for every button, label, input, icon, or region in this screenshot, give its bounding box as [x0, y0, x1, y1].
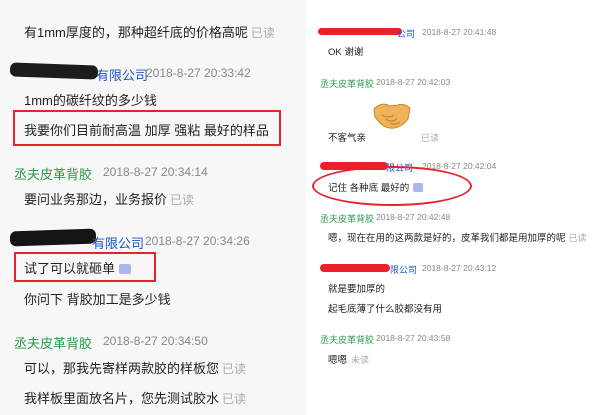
- read-status: 已读: [170, 193, 195, 207]
- right-chat-pane[interactable]: 公司 2018-8-27 20:41:48 OK 谢谢 丞夫皮革背胶 2018-…: [306, 0, 604, 415]
- message-text-content: 嗯，现在在用的这两款是好的，皮革我们都是用加厚的呢: [328, 233, 566, 244]
- message-text-content: 我样板里面放名片，您先测试胶水: [24, 391, 220, 406]
- message-text: 不客气亲: [328, 133, 367, 144]
- message-timestamp: 2018-8-27 20:43:12: [422, 263, 497, 273]
- left-chat-pane[interactable]: 有1mm厚度的，那种超纤底的价格高呢 已读 有限公司 2018-8-27 20:3…: [0, 0, 306, 415]
- message-timestamp: 2018-8-27 20:42:48: [376, 212, 451, 222]
- message-text: 起毛底薄了什么胶都没有用: [328, 304, 443, 315]
- redaction-scribble: [9, 62, 99, 80]
- sender-name[interactable]: 丞夫皮革背胶: [320, 333, 374, 346]
- message-text-content: 要问业务那边，业务报价: [24, 192, 168, 207]
- message-timestamp: 2018-8-27 20:34:14: [103, 165, 208, 179]
- sender-name[interactable]: 丞夫皮革背胶: [14, 164, 92, 183]
- message-text: 我样板里面放名片，您先测试胶水 已读: [24, 388, 246, 407]
- sender-name[interactable]: 有限公司: [92, 233, 144, 252]
- message-text: 嗯嗯 未读: [328, 352, 369, 366]
- sender-name[interactable]: 丞夫皮革背胶: [320, 212, 374, 225]
- message-text: OK 谢谢: [328, 47, 364, 58]
- message-text-content: 试了可以就砸单: [24, 261, 116, 276]
- read-status: 已读: [222, 392, 247, 406]
- redaction-scribble: [320, 264, 390, 272]
- message-text: 记住 各种底 最好的: [328, 177, 425, 194]
- sender-name[interactable]: 公司: [397, 27, 415, 40]
- message-text: 有1mm厚度的，那种超纤底的价格高呢 已读: [24, 22, 275, 41]
- message-text-content: 可以，那我先寄样两款胶的样板您: [24, 361, 220, 376]
- message-text: 我要你们目前耐高温 加厚 强粘 最好的样品: [24, 123, 269, 138]
- read-status: 已读: [568, 233, 587, 243]
- message-text-content: 嗯嗯: [328, 355, 348, 366]
- more-icon[interactable]: [413, 177, 425, 192]
- message-timestamp: 2018-8-27 20:42:03: [376, 77, 451, 87]
- message-text: 你问下 背胶加工是多少钱: [24, 292, 171, 307]
- message-text: 试了可以就砸单: [24, 258, 132, 277]
- redaction-scribble: [318, 28, 402, 35]
- read-status: 已读: [250, 26, 275, 40]
- unread-status: 未读: [351, 355, 370, 365]
- sender-name[interactable]: 限公司: [390, 263, 417, 276]
- message-text: 可以，那我先寄样两款胶的样板您 已读: [24, 358, 246, 377]
- message-timestamp: 2018-8-27 20:43:58: [376, 333, 451, 343]
- read-status: 已读: [421, 133, 440, 143]
- message-timestamp: 2018-8-27 20:33:42: [146, 66, 251, 80]
- message-timestamp: 2018-8-27 20:41:48: [422, 27, 497, 37]
- more-icon[interactable]: [119, 258, 132, 274]
- message-text: 1mm的碳纤纹的多少钱: [24, 93, 157, 108]
- handshake-icon: [372, 97, 412, 131]
- message-text: 嗯，现在在用的这两款是好的，皮革我们都是用加厚的呢 已读: [328, 230, 587, 244]
- message-timestamp: 2018-8-27 20:34:50: [103, 334, 208, 348]
- sender-name[interactable]: 有限公司: [96, 65, 148, 84]
- sender-name[interactable]: 丞夫皮革背胶: [320, 77, 374, 90]
- redaction-scribble: [9, 228, 97, 247]
- message-text: 要问业务那边，业务报价 已读: [24, 189, 194, 208]
- message-text: 就是要加厚的: [328, 284, 386, 295]
- message-text-content: 记住 各种底 最好的: [328, 183, 410, 194]
- read-status: 已读: [222, 362, 247, 376]
- message-timestamp: 2018-8-27 20:34:26: [145, 234, 250, 248]
- sender-name[interactable]: 丞夫皮革背胶: [14, 333, 92, 352]
- message-text-content: 有1mm厚度的，那种超纤底的价格高呢: [24, 25, 248, 40]
